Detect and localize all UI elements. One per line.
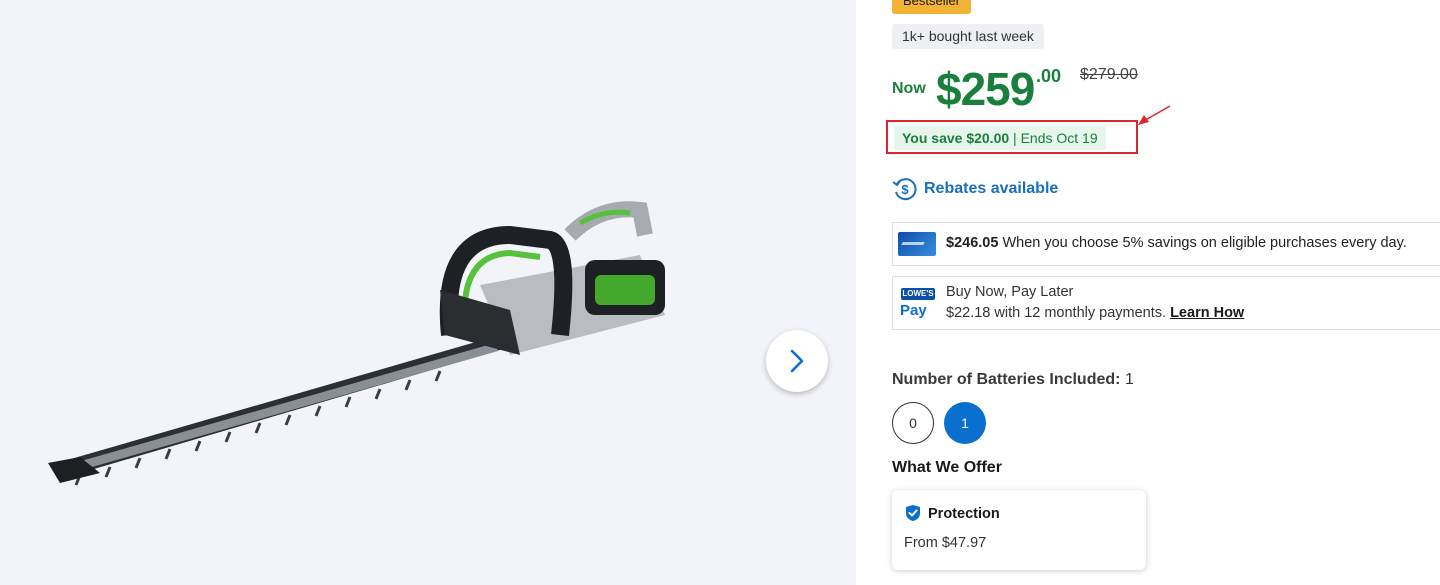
lowes-pay-logo-bottom: Pay	[900, 302, 927, 319]
card-offer-amount: $246.05	[946, 235, 999, 251]
what-we-offer-heading: What We Offer	[892, 459, 1002, 476]
rebates-link[interactable]: $ Rebates available	[892, 176, 1058, 202]
savings-separator: |	[1013, 130, 1017, 146]
next-image-button[interactable]	[766, 330, 828, 392]
protection-price: From $47.97	[904, 535, 987, 551]
red-arrow-icon	[1138, 105, 1171, 125]
card-offer-description: When you choose 5% savings on eligible p…	[1002, 235, 1407, 251]
bestseller-badge: Bestseller	[892, 0, 972, 14]
pay-later-terms: $22.18 with 12 monthly payments. Learn H…	[946, 305, 1244, 321]
card-offer-text: $246.05 When you choose 5% savings on el…	[946, 235, 1407, 251]
price-now-label: Now	[892, 80, 926, 97]
chevron-right-icon	[790, 349, 804, 373]
original-price: $279.00	[1080, 66, 1138, 83]
lowes-pay-icon: LOWE'S Pay	[898, 284, 938, 324]
batteries-selected-value: 1	[1124, 371, 1134, 388]
protection-plan-card[interactable]: Protection From $47.97	[892, 490, 1146, 570]
batteries-label-text: Number of Batteries Included:	[892, 371, 1121, 388]
pay-later-title: Buy Now, Pay Later	[946, 284, 1074, 300]
product-info-panel: Bestseller 1k+ bought last week Now $259…	[856, 0, 1440, 585]
savings-badge: You save $20.00 | Ends Oct 19	[894, 126, 1106, 150]
rebate-dollar-icon: $	[892, 178, 917, 201]
lowes-pay-logo-top: LOWE'S	[901, 288, 935, 300]
savings-end-date: Ends Oct 19	[1020, 130, 1098, 146]
batteries-label: Number of Batteries Included: 1	[892, 371, 1134, 389]
hedge-trimmer-image	[48, 201, 665, 486]
protection-title: Protection	[928, 506, 1000, 522]
savings-highlight: You save $20.00 | Ends Oct 19	[886, 120, 1138, 154]
battery-option-1[interactable]: 1	[944, 402, 986, 444]
product-gallery	[0, 0, 856, 585]
learn-how-link[interactable]: Learn How	[1170, 305, 1244, 321]
credit-card-offer[interactable]: $246.05 When you choose 5% savings on el…	[892, 222, 1440, 266]
pay-later-terms-text: $22.18 with 12 monthly payments.	[946, 305, 1167, 321]
rebates-label: Rebates available	[924, 180, 1059, 197]
card-icon	[898, 232, 936, 256]
current-price-cents: .00	[1036, 66, 1062, 86]
bought-count-badge: 1k+ bought last week	[892, 24, 1044, 49]
current-price: $259	[936, 63, 1035, 115]
svg-text:$: $	[901, 182, 909, 197]
check-badge-icon	[906, 505, 920, 521]
savings-amount: You save $20.00	[902, 130, 1010, 146]
pay-later-offer[interactable]: LOWE'S Pay Buy Now, Pay Later $22.18 wit…	[892, 276, 1440, 330]
battery-option-0[interactable]: 0	[892, 402, 934, 444]
